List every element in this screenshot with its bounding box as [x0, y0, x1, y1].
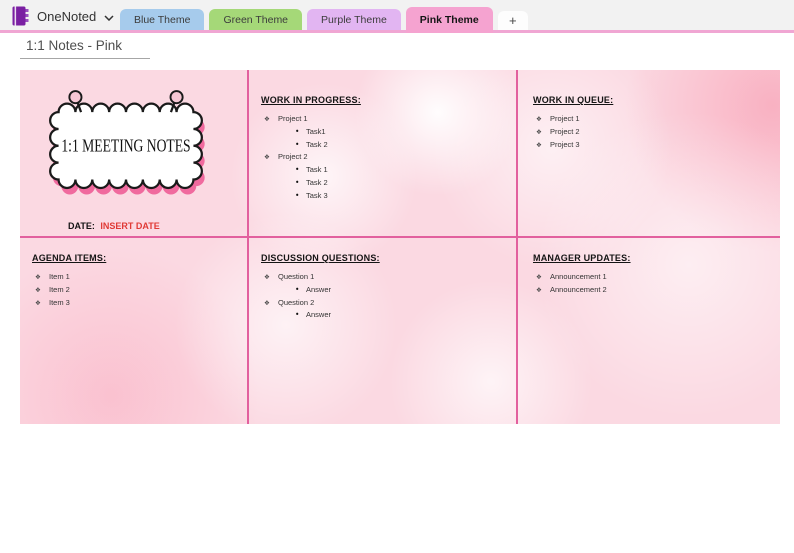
section-heading: MANAGER UPDATES:: [533, 253, 631, 263]
discussion-questions-list: ❖ Question 1 • Answer ❖ Question 2 • Answer: [261, 271, 504, 322]
list-item: ❖ Item 2: [32, 284, 235, 297]
add-tab-button[interactable]: +: [497, 11, 528, 30]
dot-bullet-icon: •: [295, 190, 300, 200]
tab-pink-theme[interactable]: Pink Theme: [405, 7, 493, 33]
list-item: ❖ Announcement 2: [533, 284, 768, 297]
list-item: ❖ Project 1: [533, 113, 768, 126]
list-item-text: Project 2: [550, 126, 580, 136]
section-heading: WORK IN PROGRESS:: [261, 95, 361, 105]
dot-bullet-icon: •: [295, 284, 300, 294]
manager-updates-list: ❖ Announcement 1 ❖ Announcement 2: [533, 271, 768, 297]
dot-bullet-icon: •: [295, 126, 300, 136]
diamond-bullet-icon: ❖: [264, 153, 270, 162]
work-in-progress-list: ❖ Project 1 • Task1 • Task 2 ❖ Project 2 • Task 1…: [261, 113, 504, 202]
note-canvas[interactable]: 1:1 MEETING NOTES DATE: INSERT DATE WORK…: [20, 70, 780, 424]
list-item-text: Task 2: [306, 177, 328, 187]
meeting-notes-card: 1:1 MEETING NOTES: [36, 84, 239, 207]
list-item: ❖ Project 3: [533, 139, 768, 152]
dot-bullet-icon: •: [295, 177, 300, 187]
section-heading: AGENDA ITEMS:: [32, 253, 107, 263]
section-discussion-questions: DISCUSSION QUESTIONS: ❖ Question 1 • Answer…: [247, 236, 516, 424]
list-item: • Answer: [261, 309, 504, 322]
agenda-items-list: ❖ Item 1 ❖ Item 2 ❖ Item 3: [32, 271, 235, 309]
list-item-text: Task1: [306, 126, 326, 136]
tab-blue-theme[interactable]: Blue Theme: [120, 9, 205, 30]
list-item-text: Item 1: [49, 272, 70, 281]
list-item: ❖ Item 1: [32, 271, 235, 284]
dot-bullet-icon: •: [295, 165, 300, 174]
tab-accent-line: [0, 30, 794, 33]
section-manager-updates: MANAGER UPDATES: ❖ Announcement 1 ❖ Announc…: [516, 236, 780, 424]
list-item-text: Answer: [306, 310, 332, 320]
list-item-text: Task 1: [306, 165, 328, 174]
dot-bullet-icon: •: [295, 139, 300, 149]
diamond-bullet-icon: ❖: [536, 273, 542, 281]
list-item: ❖ Item 3: [32, 297, 235, 310]
date-line: DATE: INSERT DATE: [68, 221, 239, 231]
diamond-bullet-icon: ❖: [35, 285, 41, 294]
tab-purple-theme[interactable]: Purple Theme: [307, 9, 401, 30]
list-item: • Answer: [261, 284, 504, 297]
list-item-text: Item 3: [49, 297, 70, 307]
list-item-text: Announcement 2: [550, 284, 607, 294]
list-item: ❖ Question 2: [261, 297, 504, 310]
list-item: ❖ Question 1: [261, 271, 504, 284]
list-item: • Task 2: [261, 139, 504, 152]
list-item-text: Project 2: [278, 152, 308, 162]
list-item: ❖ Project 2: [261, 151, 504, 164]
tab-green-theme[interactable]: Green Theme: [209, 9, 303, 30]
section-work-in-queue: WORK IN QUEUE: ❖ Project 1 ❖ Project 2 ❖ Proj…: [516, 70, 780, 236]
dot-bullet-icon: •: [295, 310, 300, 320]
app-title: OneNoted: [37, 8, 97, 24]
note-card-title: 1:1 MEETING NOTES: [61, 135, 190, 155]
tab-strip: Blue Theme Green Theme Purple Theme Pink Th…: [120, 0, 528, 33]
list-item: ❖ Announcement 1: [533, 271, 768, 284]
list-item: ❖ Project 1: [261, 113, 504, 126]
app-switcher[interactable]: OneNoted: [12, 4, 114, 28]
work-in-queue-list: ❖ Project 1 ❖ Project 2 ❖ Project 3: [533, 113, 768, 151]
list-item-text: Task 2: [306, 139, 328, 149]
diamond-bullet-icon: ❖: [35, 273, 41, 281]
list-item: ❖ Project 2: [533, 126, 768, 139]
diamond-bullet-icon: ❖: [264, 273, 270, 281]
chevron-down-icon: [104, 8, 114, 26]
list-item-text: Project 1: [550, 114, 580, 123]
list-item-text: Announcement 1: [550, 272, 607, 281]
list-item: • Task1: [261, 126, 504, 139]
list-item-text: Question 1: [278, 272, 315, 281]
diamond-bullet-icon: ❖: [264, 298, 270, 307]
list-item: • Task 3: [261, 190, 504, 203]
list-item-text: Project 1: [278, 114, 308, 123]
diamond-bullet-icon: ❖: [35, 298, 41, 307]
section-note-card: 1:1 MEETING NOTES DATE: INSERT DATE: [20, 70, 247, 236]
diamond-bullet-icon: ❖: [536, 140, 542, 149]
section-heading: WORK IN QUEUE:: [533, 95, 614, 105]
app-header: OneNoted Blue Theme Green Theme Purple The…: [0, 0, 794, 33]
diamond-bullet-icon: ❖: [536, 115, 542, 123]
diamond-bullet-icon: ❖: [264, 115, 270, 123]
list-item-text: Answer: [306, 284, 332, 294]
list-item-text: Task 3: [306, 190, 328, 200]
notebook-icon: [12, 6, 29, 26]
diamond-bullet-icon: ❖: [536, 285, 542, 294]
list-item-text: Question 2: [278, 297, 315, 307]
section-agenda-items: AGENDA ITEMS: ❖ Item 1 ❖ Item 2 ❖ Item 3: [20, 236, 247, 424]
date-placeholder: INSERT DATE: [100, 221, 160, 231]
section-heading: DISCUSSION QUESTIONS:: [261, 253, 380, 263]
page-title-field[interactable]: 1:1 Notes - Pink: [20, 36, 150, 59]
list-item: • Task 1: [261, 164, 504, 177]
list-item-text: Item 2: [49, 284, 70, 294]
date-label: DATE:: [68, 221, 95, 231]
list-item: • Task 2: [261, 177, 504, 190]
diamond-bullet-icon: ❖: [536, 127, 542, 136]
section-work-in-progress: WORK IN PROGRESS: ❖ Project 1 • Task1 • Task …: [247, 70, 516, 236]
list-item-text: Project 3: [550, 139, 580, 149]
